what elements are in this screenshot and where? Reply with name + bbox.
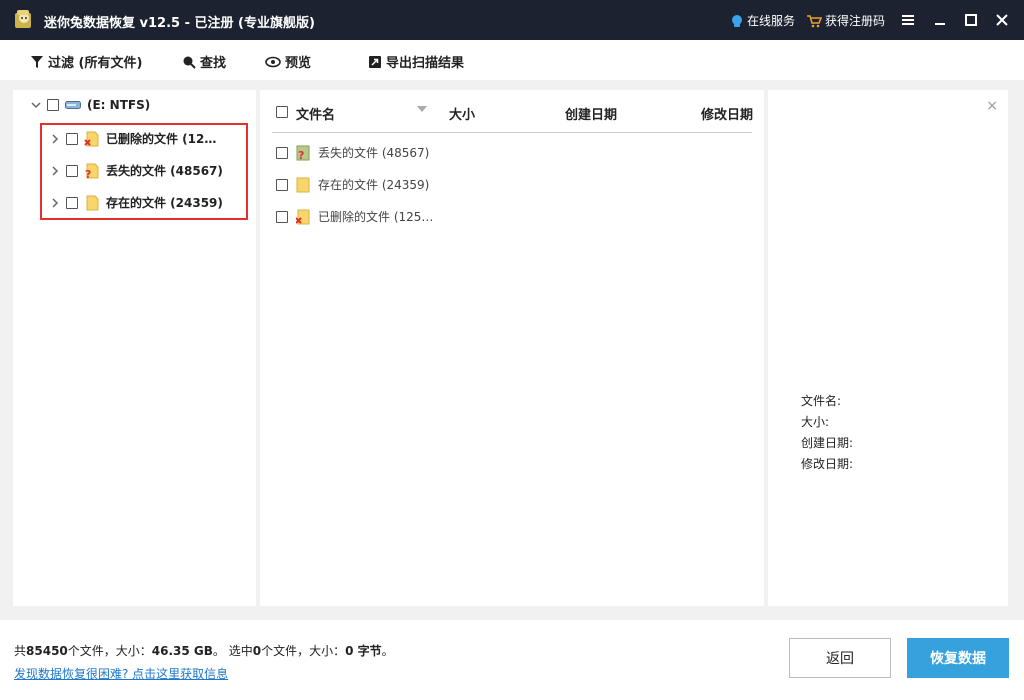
online-service-label: 在线服务 — [747, 14, 796, 28]
list-row-deleted[interactable]: 已删除的文件 (125… — [276, 208, 433, 225]
eye-icon — [265, 56, 281, 67]
preview-button[interactable]: 预览 — [265, 52, 311, 71]
search-icon — [183, 56, 196, 69]
help-link[interactable]: 发现数据恢复很困难? 点击这里获取信息 — [14, 665, 228, 682]
checkbox[interactable] — [276, 178, 288, 191]
list-item-label: 存在的文件 (24359) — [318, 178, 430, 192]
export-label: 导出扫描结果 — [386, 56, 465, 71]
chevron-right-icon[interactable] — [50, 165, 60, 176]
toolbar: 过滤 (所有文件) 查找 预览 导出扫描结果 — [0, 40, 1024, 80]
list-item-label: 丢失的文件 (48567) — [318, 146, 430, 160]
find-button[interactable]: 查找 — [182, 52, 226, 71]
chat-icon — [732, 14, 742, 27]
checkbox[interactable] — [276, 210, 288, 223]
preview-close-icon[interactable]: × — [986, 98, 998, 114]
sort-arrow-icon[interactable] — [417, 106, 427, 112]
filter-icon — [31, 55, 43, 68]
app-window: 迷你兔数据恢复 v12.5 - 已注册 (专业旗舰版) 在线服务 获得注册码 过… — [0, 0, 1024, 700]
maximize-icon[interactable] — [961, 10, 981, 30]
file-list-panel: 文件名 大小 创建日期 修改日期 ? 丢失的文件 (48567) 存在的文件 (… — [260, 90, 764, 606]
list-row-existing[interactable]: 存在的文件 (24359) — [276, 176, 429, 193]
export-button[interactable]: 导出扫描结果 — [368, 52, 464, 71]
tree-item-label: 已删除的文件 (12… — [106, 132, 217, 146]
filter-label: 过滤 (所有文件) — [48, 56, 143, 71]
deleted-folder-icon — [84, 131, 99, 146]
drive-icon — [65, 101, 81, 109]
tree-item-label: 存在的文件 (24359) — [106, 196, 223, 210]
tree-item-label: 丢失的文件 (48567) — [106, 164, 223, 178]
tree-item-lost[interactable]: ? 丢失的文件 (48567) — [50, 162, 223, 179]
window-title: 迷你兔数据恢复 v12.5 - 已注册 (专业旗舰版) — [44, 16, 315, 31]
recover-data-button[interactable]: 恢复数据 — [907, 638, 1009, 678]
meta-modified: 修改日期: — [801, 457, 854, 471]
checkbox[interactable] — [47, 99, 59, 111]
meta-created: 创建日期: — [801, 436, 854, 450]
minimize-icon[interactable] — [930, 10, 950, 30]
tree-item-existing[interactable]: 存在的文件 (24359) — [50, 194, 223, 211]
checkbox[interactable] — [66, 164, 78, 177]
folder-tree-panel: (E: NTFS) 已删除的文件 (12… ? 丢失的文件 (48567) 存在… — [13, 90, 256, 606]
export-icon — [369, 55, 381, 68]
existing-folder-icon — [86, 195, 99, 210]
meta-file-name: 文件名: — [801, 394, 842, 408]
select-all-checkbox[interactable] — [276, 106, 288, 118]
summary-text: 共85450个文件，大小：46.35 GB。 选中0个文件，大小：0 字节。 — [14, 644, 394, 658]
checkbox[interactable] — [66, 196, 78, 209]
get-code-link[interactable]: 获得注册码 — [806, 12, 885, 29]
get-code-label: 获得注册码 — [825, 14, 886, 28]
cart-icon — [807, 14, 822, 27]
status-bar: 共85450个文件，大小：46.35 GB。 选中0个文件，大小：0 字节。 发… — [0, 620, 1024, 700]
list-row-lost[interactable]: ? 丢失的文件 (48567) — [276, 144, 429, 161]
svg-text:?: ? — [298, 149, 304, 161]
svg-text:?: ? — [85, 168, 91, 179]
app-logo-icon — [15, 10, 31, 28]
menu-icon[interactable] — [898, 10, 918, 30]
chevron-right-icon[interactable] — [50, 133, 60, 144]
title-bar: 迷你兔数据恢复 v12.5 - 已注册 (专业旗舰版) 在线服务 获得注册码 — [0, 0, 1024, 40]
close-icon[interactable] — [992, 10, 1012, 30]
deleted-folder-icon — [296, 209, 310, 224]
column-header-modified[interactable]: 修改日期 — [701, 104, 753, 123]
column-header-name[interactable]: 文件名 — [296, 104, 335, 123]
header-divider — [272, 132, 752, 133]
existing-folder-icon — [296, 177, 310, 192]
lost-folder-icon: ? — [85, 163, 99, 179]
tree-drive-row[interactable]: (E: NTFS) — [31, 98, 150, 112]
find-label: 查找 — [200, 56, 227, 71]
tree-item-deleted[interactable]: 已删除的文件 (12… — [50, 130, 216, 147]
back-button[interactable]: 返回 — [789, 638, 891, 678]
list-item-label: 已删除的文件 (125… — [318, 210, 434, 224]
meta-size: 大小: — [801, 415, 830, 429]
chevron-right-icon[interactable] — [50, 197, 60, 208]
chevron-down-icon[interactable] — [31, 100, 41, 110]
column-header-size[interactable]: 大小 — [449, 104, 475, 123]
checkbox[interactable] — [66, 132, 78, 145]
preview-label: 预览 — [285, 56, 312, 71]
filter-button[interactable]: 过滤 (所有文件) — [30, 52, 142, 71]
drive-label: (E: NTFS) — [87, 98, 151, 112]
column-header-created[interactable]: 创建日期 — [565, 104, 617, 123]
checkbox[interactable] — [276, 146, 288, 159]
preview-panel: × 文件名: 大小: 创建日期: 修改日期: — [768, 90, 1008, 606]
online-service-link[interactable]: 在线服务 — [730, 12, 795, 29]
lost-folder-icon: ? — [296, 145, 310, 161]
